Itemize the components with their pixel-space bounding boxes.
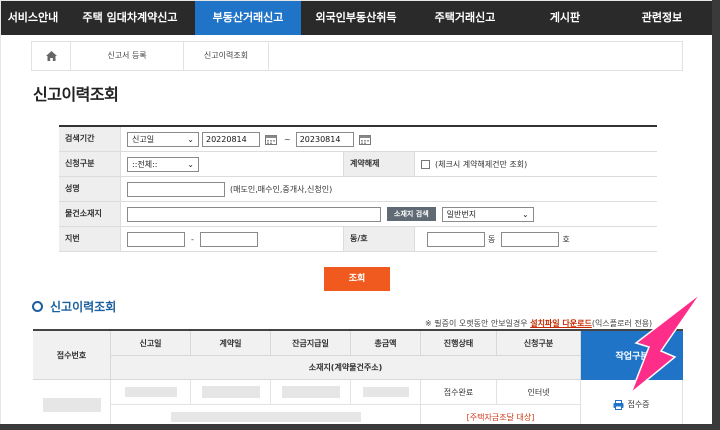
- chevron-down-icon: ⌄: [187, 134, 194, 144]
- lot-sub-input[interactable]: [199, 231, 258, 247]
- lot-label: 지번: [59, 227, 121, 251]
- redacted-block: [42, 397, 101, 412]
- browser-frame: 서비스안내 주택 임대차계약신고 부동산거래신고 외국인부동산취득 주택거래신고…: [0, 0, 714, 426]
- cancel-hint: (체크시 계약해제건만 조회): [435, 159, 528, 169]
- header-work-type: 작업구분: [581, 331, 683, 380]
- redacted-block: [124, 387, 177, 397]
- lot-separator: -: [191, 234, 194, 244]
- address-input[interactable]: [127, 206, 381, 222]
- row-balance-note: [주택자금조달 대상]: [421, 405, 581, 425]
- ho-unit: 호: [562, 234, 570, 244]
- name-input[interactable]: [127, 181, 225, 197]
- row-balance-date: [271, 380, 351, 405]
- lot-main-input[interactable]: [127, 231, 185, 247]
- header-address: 소재지(계약물건주소): [111, 356, 581, 380]
- redacted-block: [201, 386, 260, 398]
- row-work-type: 접수증: [581, 380, 683, 425]
- chevron-down-icon: ⌄: [187, 159, 194, 169]
- date-to-input[interactable]: 20230814: [295, 131, 354, 147]
- window-shadow-right: [712, 0, 720, 430]
- calendar-icon[interactable]: [263, 132, 279, 147]
- breadcrumb: 신고서 등록 신고이력조회: [31, 41, 683, 71]
- header-balance-date: 잔금지급일: [271, 331, 351, 356]
- header-apply-type: 신청구분: [497, 331, 581, 356]
- row-report-date: [111, 380, 191, 405]
- period-type-select[interactable]: 신고일 ⌄: [127, 131, 199, 147]
- results-table: 접수번호 신고일 계약일 잔금지급일 총금액 진행상태 신청구분 소재지(계약물…: [33, 329, 683, 425]
- breadcrumb-level2[interactable]: 신고이력조회: [184, 42, 269, 70]
- breadcrumb-level1[interactable]: 신고서 등록: [71, 42, 184, 70]
- dong-unit: 동: [488, 234, 496, 244]
- ho-input[interactable]: [501, 231, 560, 247]
- date-from-input[interactable]: 20220814: [202, 131, 260, 147]
- address-search-button[interactable]: 소재지 검색: [387, 207, 436, 221]
- row-apply-type: 인터넷: [497, 380, 581, 405]
- header-contract-date: 계약일: [191, 331, 271, 356]
- page-title: 신고이력조회: [33, 85, 119, 104]
- name-label: 성명: [59, 177, 121, 201]
- header-progress: 진행상태: [421, 331, 497, 356]
- dong-input[interactable]: [427, 231, 485, 247]
- name-hint: (매도인,매수인,중개사,신청인): [230, 184, 333, 194]
- header-report-date: 신고일: [111, 331, 191, 356]
- top-navigation: 서비스안내 주택 임대차계약신고 부동산거래신고 외국인부동산취득 주택거래신고…: [1, 1, 713, 35]
- row-receipt-no: [33, 380, 111, 425]
- installer-note: ※ 필증이 오랫동안 안보일경우 설치파일 다운로드(익스플로러 전용): [425, 319, 653, 328]
- redacted-block: [362, 387, 409, 397]
- apply-type-label: 신청구분: [59, 152, 121, 176]
- nav-item-lease-report[interactable]: 주택 임대차계약신고: [65, 1, 195, 35]
- home-button[interactable]: [32, 42, 71, 70]
- window-shadow-bottom: [0, 424, 720, 430]
- nav-item-housing-report[interactable]: 주택거래신고: [411, 1, 519, 35]
- cancel-label: 계약해제: [343, 152, 415, 176]
- row-contract-date: [191, 380, 271, 405]
- name-row: 성명 (매도인,매수인,중개사,신청인): [59, 177, 657, 202]
- home-icon: [45, 51, 57, 61]
- cancel-checkbox[interactable]: [421, 159, 430, 169]
- row-address: [111, 405, 421, 425]
- lot-row: 지번 - 동/호 동 호: [59, 227, 657, 252]
- header-total-amount: 총금액: [351, 331, 421, 356]
- nav-item-board[interactable]: 게시판: [519, 1, 611, 35]
- row-progress: 접수완료: [421, 380, 497, 405]
- results-section-title: 신고이력조회: [32, 298, 116, 315]
- nav-item-foreigner-acquisition[interactable]: 외국인부동산취득: [301, 1, 411, 35]
- header-receipt-no: 접수번호: [33, 331, 111, 380]
- period-label: 검색기간: [59, 127, 121, 151]
- nav-item-related-info[interactable]: 관련정보: [611, 1, 713, 35]
- receipt-button[interactable]: 접수증: [613, 399, 650, 410]
- redacted-block: [281, 386, 340, 398]
- row-total-amount: [351, 380, 421, 405]
- circle-bullet-icon: [32, 301, 43, 312]
- nav-item-service-info[interactable]: 서비스안내: [1, 1, 65, 35]
- search-button[interactable]: 조회: [324, 267, 390, 291]
- period-row: 검색기간 신고일 ⌄ 20220814 ~ 20230814: [59, 127, 657, 152]
- nav-item-real-estate-report[interactable]: 부동산거래신고: [195, 1, 301, 35]
- installer-download-link[interactable]: 설치파일 다운로드: [530, 319, 592, 328]
- redacted-block: [170, 412, 361, 422]
- calendar-icon[interactable]: [357, 132, 373, 147]
- date-separator: ~: [284, 134, 291, 144]
- address-row: 물건소재지 소재지 검색 일반번지 ⌄: [59, 202, 657, 227]
- address-type-select[interactable]: 일반번지 ⌄: [441, 206, 534, 222]
- apply-type-select[interactable]: ::전체:: ⌄: [127, 156, 199, 172]
- address-label: 물건소재지: [59, 202, 121, 226]
- search-form: 검색기간 신고일 ⌄ 20220814 ~ 20230814 신청구분 ::전체:…: [59, 125, 657, 252]
- chevron-down-icon: ⌄: [521, 209, 529, 219]
- printer-icon: [613, 399, 624, 410]
- dong-label: 동/호: [343, 227, 415, 251]
- apply-type-row: 신청구분 ::전체:: ⌄ 계약해제 (체크시 계약해제건만 조회): [59, 152, 657, 177]
